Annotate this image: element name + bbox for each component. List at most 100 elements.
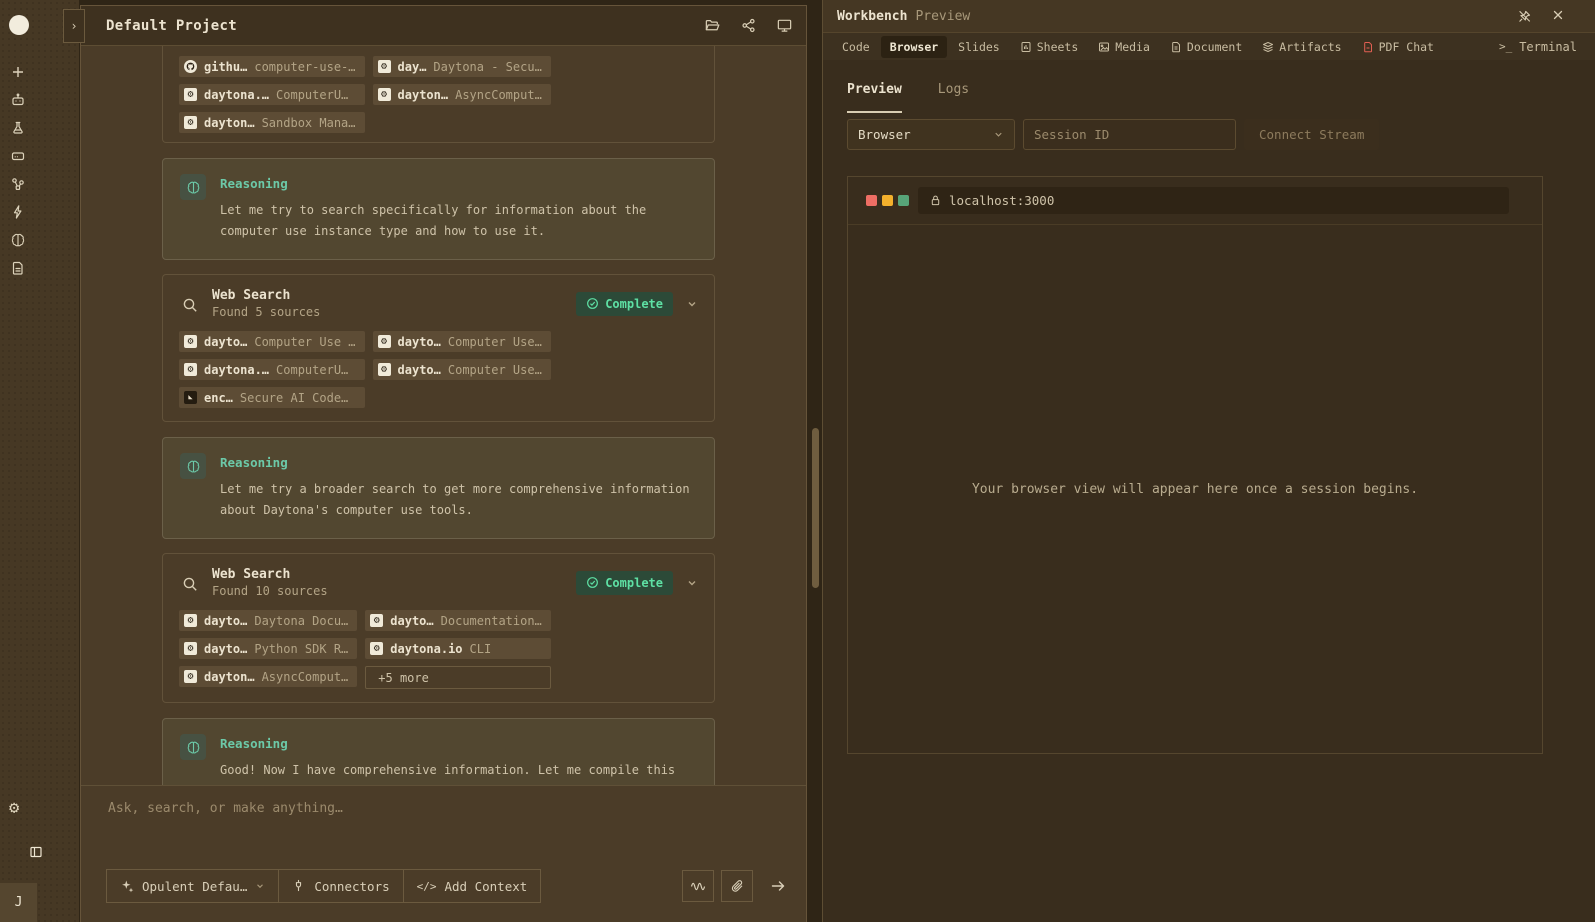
source-chip[interactable]: ⚙dayto…Python SDK R… — [179, 638, 357, 659]
browser-chrome: localhost:3000 — [848, 177, 1542, 225]
add-context-button[interactable]: </> Add Context — [403, 869, 542, 903]
chevron-down-icon[interactable] — [686, 577, 698, 589]
close-icon[interactable] — [1552, 9, 1567, 24]
reasoning-title: Reasoning — [220, 734, 706, 751]
session-id-input[interactable] — [1023, 119, 1236, 150]
source-chip[interactable]: ⚙dayton…Sandbox Mana… — [179, 112, 365, 133]
app-logo[interactable] — [9, 15, 29, 35]
share-icon[interactable] — [740, 17, 757, 34]
daytona-favicon: ⚙ — [378, 335, 391, 348]
open-folder-icon[interactable] — [704, 17, 721, 34]
sidebar-item-workflows[interactable] — [10, 176, 26, 192]
source-chip[interactable]: ⚙dayto…Computer Use … — [179, 331, 365, 352]
workbench-tab-bar: Code Browser Slides Sheets Media Documen… — [823, 33, 1595, 60]
browser-preview-frame: localhost:3000 Your browser view will ap… — [847, 176, 1543, 754]
source-chip[interactable]: ⚙dayton…AsyncComput… — [373, 84, 551, 105]
source-chip[interactable]: ⚙daytona.…ComputerU… — [179, 359, 365, 380]
source-chip-list: ⚙dayto…Computer Use … ⚙dayto…Computer Use… — [179, 331, 698, 408]
chip-title: Python SDK R… — [254, 642, 348, 656]
sidebar-item-storage[interactable] — [10, 148, 26, 164]
tab-media[interactable]: Media — [1089, 36, 1159, 58]
composer-input[interactable] — [106, 799, 786, 851]
subtab-logs[interactable]: Logs — [938, 82, 969, 113]
chip-title: CLI — [470, 642, 492, 656]
daytona-favicon: ⚙ — [378, 363, 391, 376]
web-search-card: Web Search Found 5 sources Complete ⚙day… — [162, 274, 715, 422]
source-chip[interactable]: ⚙dayto…Computer Use… — [373, 331, 551, 352]
chip-title: AsyncComput… — [262, 670, 349, 684]
sidebar-item-automations[interactable] — [10, 204, 26, 220]
brain-icon — [180, 174, 206, 200]
settings-button[interactable]: ⚙ — [9, 800, 19, 816]
new-chat-button[interactable] — [10, 64, 26, 80]
media-icon — [1098, 41, 1110, 53]
attachment-button[interactable] — [721, 870, 753, 902]
source-chip[interactable]: ⚙dayton…AsyncComput… — [179, 666, 357, 687]
send-button[interactable] — [764, 872, 792, 900]
workbench-subtitle: Preview — [915, 9, 970, 24]
card-title: Web Search — [212, 567, 328, 582]
voice-button[interactable] — [682, 870, 714, 902]
chip-title: ComputerU… — [276, 363, 348, 377]
browser-select[interactable]: Browser — [847, 119, 1015, 150]
subtab-preview[interactable]: Preview — [847, 82, 902, 113]
tab-code[interactable]: Code — [833, 36, 879, 58]
chat-scrollbar[interactable] — [812, 428, 819, 588]
daytona-favicon: ⚙ — [184, 363, 197, 376]
source-chip[interactable]: ⚙day…Daytona - Secu… — [373, 56, 551, 77]
model-selector-button[interactable]: Opulent Defau… — [106, 869, 279, 903]
search-icon — [181, 575, 199, 593]
expand-panel-button[interactable]: › — [63, 9, 85, 43]
chip-title: Documentation… — [441, 614, 542, 628]
avatar[interactable]: J — [0, 883, 37, 922]
terminal-button[interactable]: >_Terminal — [1499, 40, 1595, 54]
collapse-sidebar-button[interactable] — [28, 844, 44, 860]
tab-sheets[interactable]: Sheets — [1011, 36, 1088, 58]
chat-panel: Default Project githu…computer-use-…⚙day… — [80, 5, 807, 922]
daytona-favicon: ⚙ — [370, 614, 383, 627]
sidebar-item-agents[interactable] — [10, 92, 26, 108]
web-search-card: githu…computer-use-… ⚙day…Daytona - Secu…… — [162, 46, 715, 143]
reasoning-text: Let me try a broader search to get more … — [220, 479, 706, 520]
connect-stream-button[interactable]: Connect Stream — [1244, 119, 1379, 150]
source-chip[interactable]: ⚙daytona.ioCLI — [365, 638, 551, 659]
source-chip[interactable]: ⚙dayto…Daytona Docu… — [179, 610, 357, 631]
artifacts-icon — [1262, 41, 1274, 53]
source-chip[interactable]: ⚙dayto…Computer Use… — [373, 359, 551, 380]
composer: Opulent Defau… Connectors </> Add Contex… — [81, 785, 806, 922]
daytona-favicon: ⚙ — [184, 116, 197, 129]
chevron-down-icon — [255, 881, 265, 891]
tab-browser[interactable]: Browser — [881, 36, 947, 58]
more-sources-chip[interactable]: +5 more — [365, 666, 551, 689]
tab-slides[interactable]: Slides — [949, 36, 1009, 58]
workbench-body: Preview Logs Browser Connect Stream loca… — [823, 60, 1595, 922]
source-chip[interactable]: githu…computer-use-… — [179, 56, 365, 77]
reasoning-text: Let me try to search specifically for in… — [220, 200, 706, 241]
tab-pdf-chat[interactable]: PDF Chat — [1353, 36, 1443, 58]
sidebar-item-labs[interactable] — [10, 120, 26, 136]
chip-title: ComputerU… — [276, 88, 348, 102]
plus-icon — [10, 64, 26, 80]
pin-off-icon[interactable] — [1517, 9, 1532, 24]
chat-header: Default Project — [81, 6, 806, 46]
chip-source: dayton… — [204, 116, 255, 130]
brain-icon — [10, 232, 26, 248]
search-icon — [181, 296, 199, 314]
source-chip[interactable]: ⚙dayto…Documentation… — [365, 610, 551, 631]
connectors-button[interactable]: Connectors — [278, 869, 403, 903]
source-chip[interactable]: ◣enc…Secure AI Code… — [179, 387, 365, 408]
chevron-down-icon[interactable] — [686, 298, 698, 310]
github-favicon — [184, 60, 197, 73]
monitor-icon[interactable] — [776, 17, 793, 34]
sidebar-item-memory[interactable] — [10, 232, 26, 248]
reasoning-title: Reasoning — [220, 453, 706, 470]
file-icon — [10, 260, 26, 276]
chip-title: Computer Use… — [448, 363, 542, 377]
tab-document[interactable]: Document — [1161, 36, 1251, 58]
daytona-favicon: ⚙ — [184, 88, 197, 101]
source-chip-list: githu…computer-use-… ⚙day…Daytona - Secu…… — [179, 56, 698, 133]
chip-title: computer-use-… — [254, 60, 355, 74]
sidebar-item-docs[interactable] — [10, 260, 26, 276]
tab-artifacts[interactable]: Artifacts — [1253, 36, 1350, 58]
source-chip[interactable]: ⚙daytona.…ComputerU… — [179, 84, 365, 105]
